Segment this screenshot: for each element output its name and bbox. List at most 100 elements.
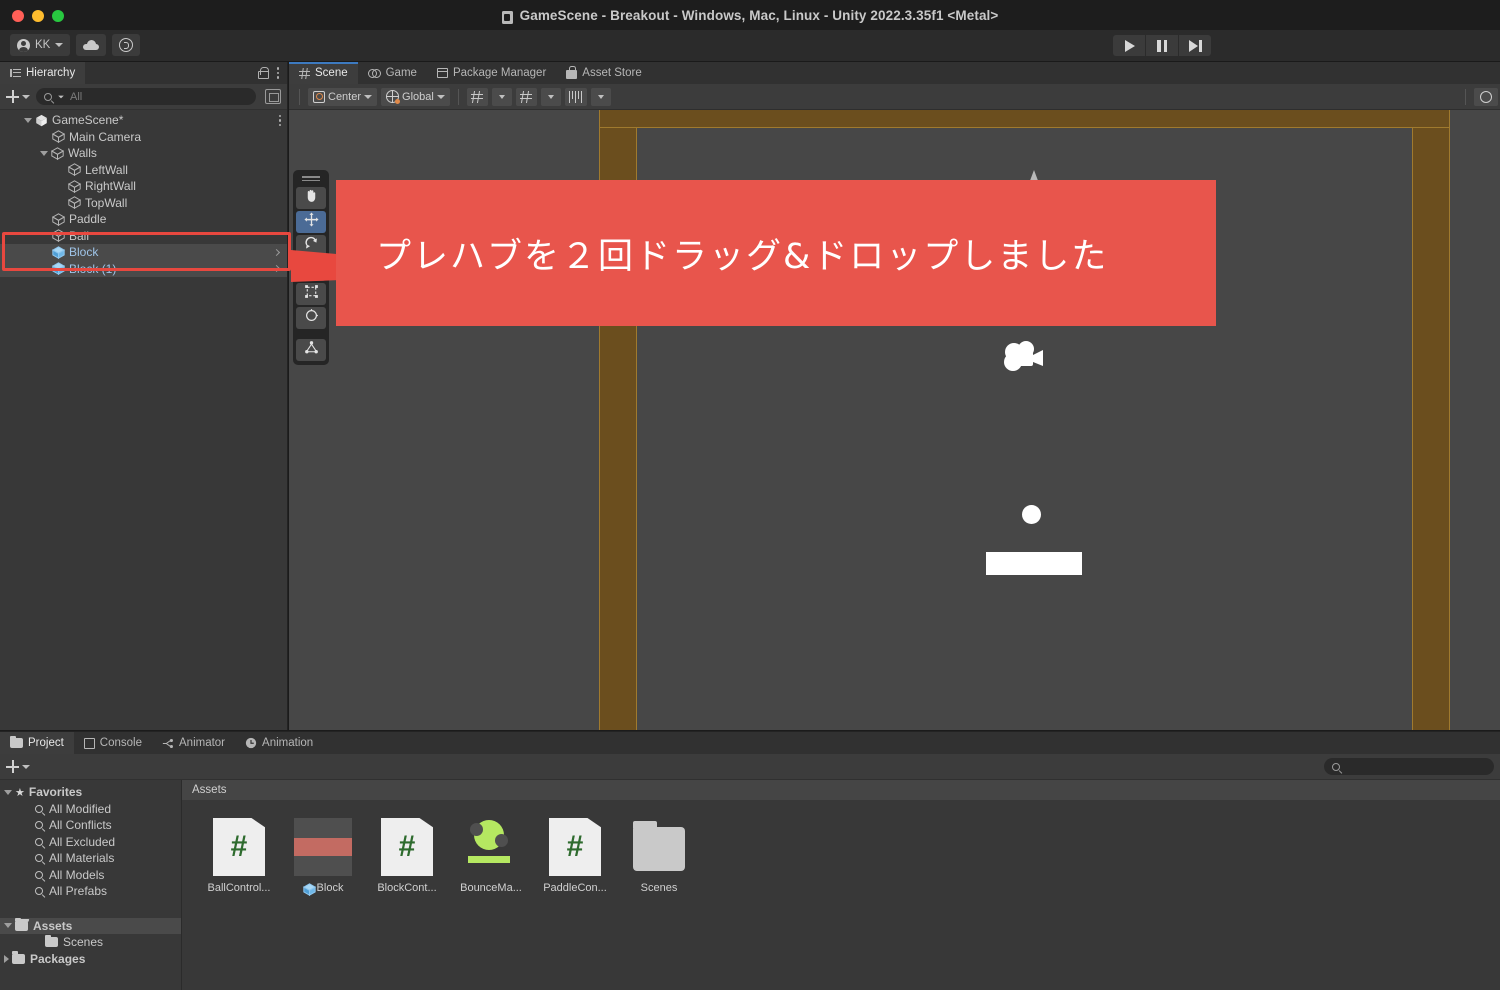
hierarchy-item-gamescene[interactable]: GameScene*	[0, 112, 287, 129]
search-icon	[35, 887, 43, 896]
services-button[interactable]	[112, 34, 141, 56]
prefab-open-chevron-icon[interactable]	[272, 265, 281, 273]
console-icon	[83, 737, 95, 749]
search-icon	[1332, 762, 1340, 771]
cloud-button[interactable]	[76, 34, 107, 56]
tree-toggle-icon[interactable]	[4, 789, 12, 795]
tab-animation[interactable]: Animation	[235, 732, 323, 754]
project-sidebar-item-all-prefabs[interactable]: All Prefabs	[0, 883, 181, 900]
pause-button[interactable]	[1146, 35, 1178, 56]
asset-item[interactable]: BounceMa...	[452, 818, 530, 894]
asset-item[interactable]: Block	[284, 818, 362, 896]
wall-top[interactable]	[599, 110, 1450, 128]
grid-snapping-dropdown[interactable]	[491, 87, 512, 106]
search-filter-chevron-icon	[58, 95, 64, 98]
move-tool[interactable]	[296, 211, 326, 233]
handle-space-dropdown[interactable]: Global	[381, 87, 450, 106]
tab-package-manager[interactable]: Package Manager	[427, 62, 556, 84]
account-button[interactable]: KK	[10, 34, 71, 56]
kebab-menu-icon[interactable]	[276, 67, 279, 79]
hierarchy-item-block[interactable]: Block	[0, 244, 287, 261]
hierarchy-item-leftwall[interactable]: LeftWall	[0, 162, 287, 179]
project-sidebar-item-packages[interactable]: Packages	[0, 951, 181, 968]
asset-item[interactable]: Scenes	[620, 818, 698, 894]
asset-label: PaddleCon...	[543, 882, 607, 894]
project-sidebar-item-all-models[interactable]: All Models	[0, 867, 181, 884]
pivot-mode-dropdown[interactable]: Center	[308, 87, 378, 106]
play-button[interactable]	[1113, 35, 1145, 56]
project-panel: Project Console Animator Animation ★ Favorit…	[0, 731, 1500, 990]
plus-icon	[6, 90, 19, 103]
tab-animator[interactable]: Animator	[152, 732, 235, 754]
tab-game[interactable]: Game	[358, 62, 427, 84]
search-icon	[35, 804, 43, 813]
unity-file-icon	[501, 10, 513, 24]
hierarchy-item-topwall[interactable]: TopWall	[0, 195, 287, 212]
hierarchy-item-walls[interactable]: Walls	[0, 145, 287, 162]
ruler-dropdown[interactable]	[590, 87, 611, 106]
grid-snapping-button[interactable]	[466, 87, 488, 106]
project-sidebar-item-all-modified[interactable]: All Modified	[0, 801, 181, 818]
ball-object[interactable]	[1022, 505, 1041, 524]
custom-tool[interactable]	[296, 339, 326, 361]
project-sidebar-item-scenes[interactable]: Scenes	[0, 934, 181, 951]
palette-drag-handle[interactable]	[296, 174, 326, 183]
tree-toggle-icon[interactable]	[24, 117, 32, 123]
tab-console[interactable]: Console	[74, 732, 152, 754]
camera-gizmo-icon[interactable]	[1001, 340, 1047, 374]
scene-camera-button[interactable]	[1474, 88, 1498, 106]
chevron-down-icon	[22, 94, 30, 99]
hierarchy-item-ball[interactable]: Ball	[0, 228, 287, 245]
playmode-controls[interactable]	[1113, 35, 1211, 56]
snap-increment-button[interactable]	[515, 87, 537, 106]
hand-tool[interactable]	[296, 187, 326, 209]
gameobject-icon	[51, 147, 64, 160]
plus-icon	[6, 760, 19, 773]
project-search-input[interactable]	[1324, 758, 1494, 775]
asset-item[interactable]: # BlockCont...	[368, 818, 446, 894]
snap-increment-dropdown[interactable]	[540, 87, 561, 106]
transform-tool[interactable]	[296, 307, 326, 329]
hierarchy-item-paddle[interactable]: Paddle	[0, 211, 287, 228]
asset-item[interactable]: # PaddleCon...	[536, 818, 614, 894]
hierarchy-item-main-camera[interactable]: Main Camera	[0, 129, 287, 146]
folder-icon	[630, 818, 688, 876]
tree-toggle-icon[interactable]	[4, 923, 12, 929]
paddle-object[interactable]	[986, 552, 1082, 575]
hierarchy-search-input[interactable]: All	[36, 88, 256, 105]
store-bag-icon	[566, 66, 578, 79]
project-sidebar-item-all-materials[interactable]: All Materials	[0, 850, 181, 867]
hierarchy-add-button[interactable]	[6, 90, 30, 103]
asset-item[interactable]: # BallControl...	[200, 818, 278, 894]
project-add-button[interactable]	[6, 760, 30, 773]
tab-project[interactable]: Project	[0, 732, 74, 754]
chevron-down-icon	[55, 43, 64, 47]
tab-asset-store[interactable]: Asset Store	[556, 62, 651, 84]
scene-visibility-icon[interactable]	[265, 89, 281, 104]
prefab-open-chevron-icon[interactable]	[272, 248, 281, 256]
breadcrumb-label: Assets	[192, 784, 227, 796]
tab-scene[interactable]: Scene	[289, 62, 358, 84]
lock-icon[interactable]	[257, 67, 269, 79]
project-tabrow: Project Console Animator Animation	[0, 732, 1500, 754]
project-sidebar-item-favorites[interactable]: ★ Favorites	[0, 784, 181, 801]
toolbar-divider	[457, 88, 459, 105]
kebab-menu-icon[interactable]	[278, 114, 281, 126]
chevron-down-icon	[436, 94, 445, 99]
tab-hierarchy[interactable]: Hierarchy	[0, 62, 86, 84]
step-button[interactable]	[1179, 35, 1211, 56]
project-sidebar-item-assets[interactable]: Assets	[0, 917, 181, 934]
tree-toggle-icon[interactable]	[40, 150, 48, 156]
gameobject-icon	[52, 130, 65, 144]
project-sidebar-item-all-excluded[interactable]: All Excluded	[0, 834, 181, 851]
hierarchy-tabrow: Hierarchy	[0, 62, 287, 84]
hierarchy-item-rightwall[interactable]: RightWall	[0, 178, 287, 195]
project-sidebar-item-all-conflicts[interactable]: All Conflicts	[0, 817, 181, 834]
ruler-button[interactable]	[564, 87, 587, 106]
tree-toggle-icon[interactable]	[4, 954, 9, 963]
tab-label: Asset Store	[582, 67, 642, 79]
search-icon	[44, 92, 52, 101]
hierarchy-item-block-1[interactable]: Block (1)	[0, 260, 287, 277]
wall-right[interactable]	[1412, 110, 1450, 730]
